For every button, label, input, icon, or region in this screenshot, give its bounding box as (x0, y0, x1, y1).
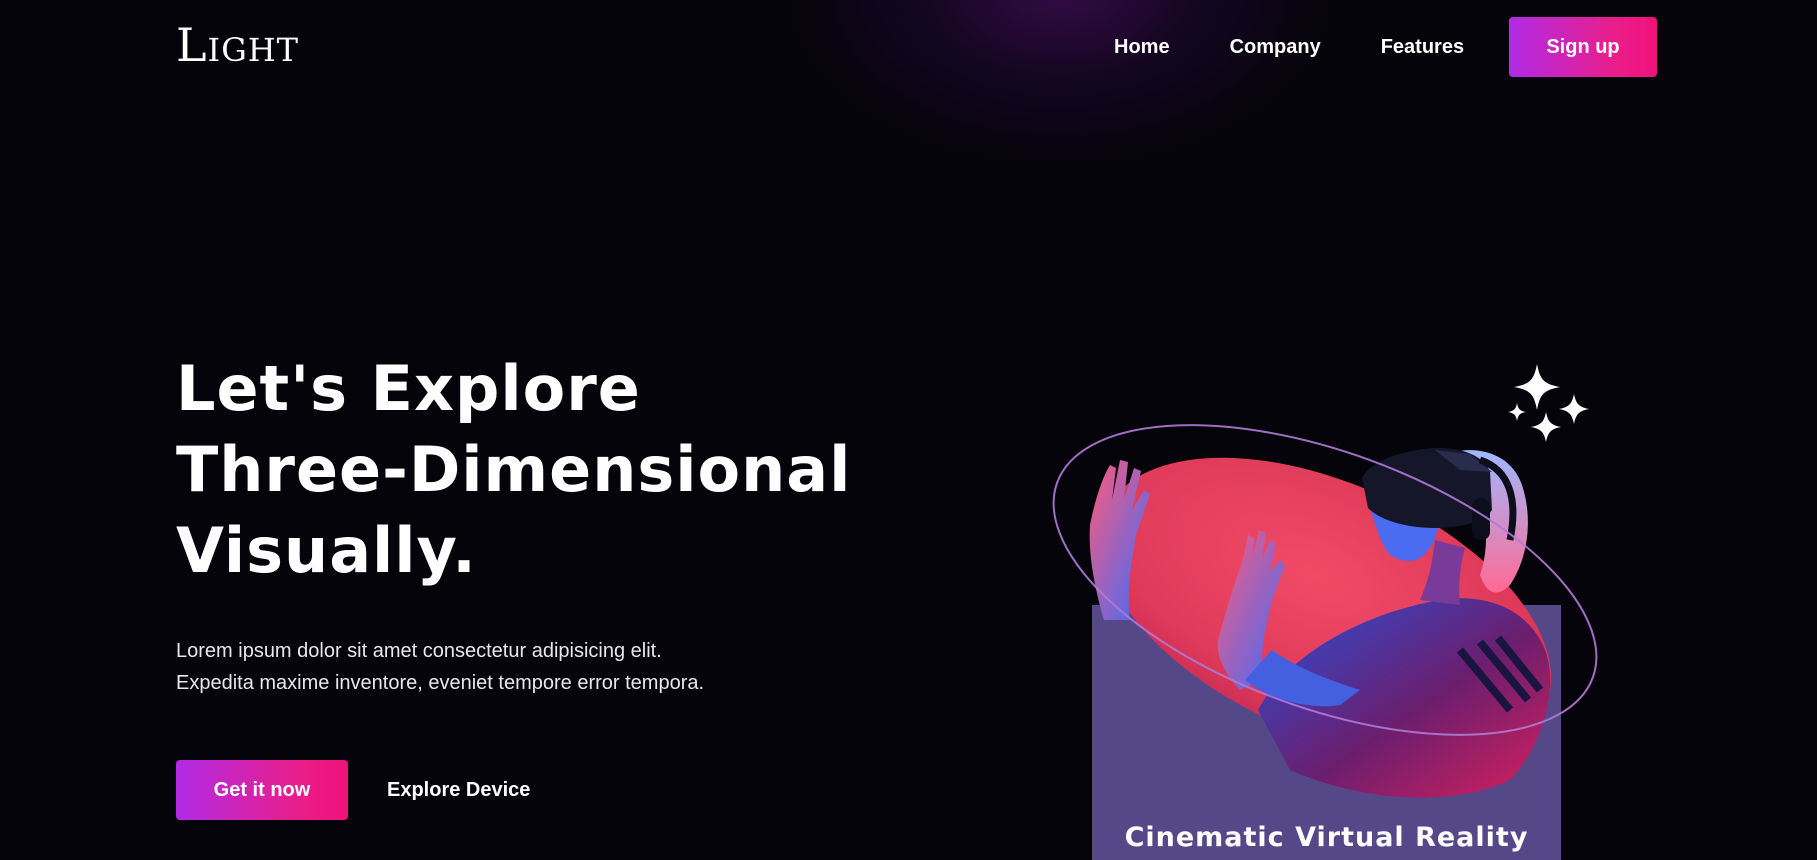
main-nav: Home Company Features (1080, 17, 1524, 77)
signup-button[interactable]: Sign up (1509, 17, 1657, 77)
hero-title-line: Three-Dimensional (176, 433, 852, 506)
hero-title: Let's Explore Three-Dimensional Visually… (176, 348, 851, 591)
nav-link-home[interactable]: Home (1114, 36, 1170, 59)
nav-link-features[interactable]: Features (1381, 36, 1464, 59)
hero-description: Lorem ipsum dolor sit amet consectetur a… (176, 635, 704, 699)
landing-page: Light Home Company Features Sign up Let'… (0, 0, 1817, 860)
explore-device-link[interactable]: Explore Device (387, 760, 530, 820)
hero-description-line: Expedita maxime inventore, eveniet tempo… (176, 672, 705, 694)
card-caption-area: Cinematic Virtual Reality (1092, 350, 1561, 860)
logo[interactable]: Light (176, 22, 299, 68)
hero-visual: Cinematic Virtual Reality (1040, 350, 1680, 860)
nav-link-company[interactable]: Company (1230, 36, 1321, 59)
card-caption: Cinematic Virtual Reality (1124, 822, 1529, 853)
hero-title-line: Let's Explore (176, 352, 641, 425)
hero-title-line: Visually. (176, 514, 477, 587)
get-it-now-button[interactable]: Get it now (176, 760, 348, 820)
hero-description-line: Lorem ipsum dolor sit amet consectetur a… (176, 640, 662, 662)
